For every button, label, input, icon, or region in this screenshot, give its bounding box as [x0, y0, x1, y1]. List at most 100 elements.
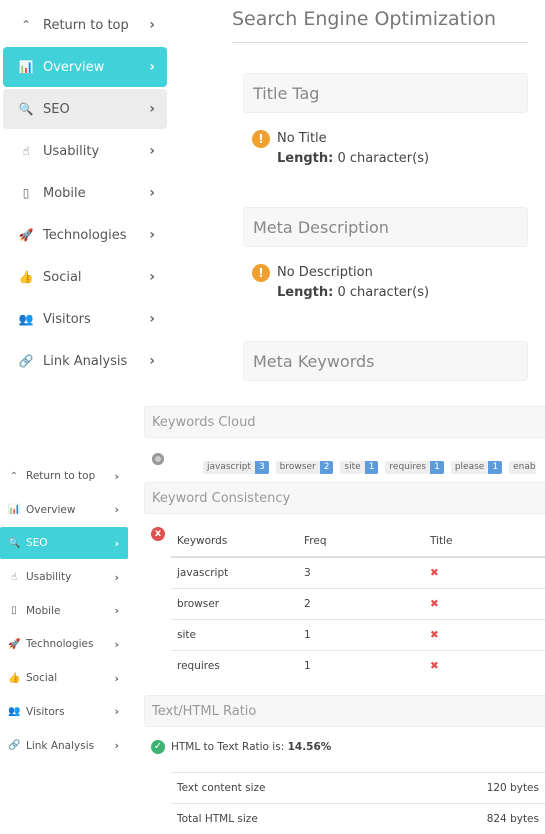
sidebar-item-link-analysis[interactable]: 🔗 Link Analysis ›	[3, 341, 167, 381]
sidebar-item-label: Return to top	[26, 470, 95, 482]
sidebar-item-link-analysis[interactable]: 🔗Link Analysis›	[0, 730, 128, 762]
ratio-label: HTML to Text Ratio is:	[171, 741, 284, 753]
sidebar-item-technologies[interactable]: 🚀Technologies›	[0, 628, 128, 660]
users-icon: 👥	[8, 706, 20, 717]
chevron-right-icon: ›	[149, 269, 155, 285]
bar-chart-icon: 📊	[17, 60, 35, 74]
title-tag-value: No Title	[277, 131, 327, 146]
sidebar-nav: ⌃Return to top›📊Overview›🔍SEO›☝Usability…	[3, 5, 167, 383]
column-header: Freq	[298, 526, 424, 557]
search-icon: 🔍	[8, 538, 20, 549]
length-label: Length:	[277, 151, 333, 166]
sidebar-item-return-to-top[interactable]: ⌃Return to top›	[0, 460, 128, 492]
sidebar-item-label: Visitors	[43, 312, 91, 327]
sidebar-item-visitors[interactable]: 👥Visitors›	[3, 299, 167, 339]
sidebar-item-label: SEO	[26, 537, 48, 549]
chevron-right-icon: ›	[114, 705, 119, 718]
ratio-table: Text content size120 bytesTotal HTML siz…	[171, 772, 545, 834]
keyword-tag: site 1	[340, 461, 378, 474]
sidebar-item-social[interactable]: 👍Social›	[3, 257, 167, 297]
sidebar-item-label: Mobile	[43, 186, 86, 201]
meta-description-length: Length: 0 character(s)	[277, 285, 429, 300]
sidebar-item-label: Return to top	[43, 18, 129, 33]
text-html-ratio-header: Text/HTML Ratio	[144, 695, 545, 727]
sidebar-nav-compact: ⌃Return to top›📊Overview›🔍SEO›☝Usability…	[0, 460, 128, 763]
column-header: Keywords	[171, 526, 298, 557]
sidebar-item-social[interactable]: 👍Social›	[0, 662, 128, 694]
bar-chart-icon: 📊	[8, 504, 20, 515]
chevron-right-icon: ›	[149, 353, 155, 369]
warning-icon: !	[252, 264, 270, 282]
chevron-right-icon: ›	[114, 739, 119, 752]
table-row: Text content size120 bytes	[171, 773, 545, 804]
tag-count: 2	[320, 461, 334, 474]
chevron-right-icon: ›	[114, 604, 119, 617]
sidebar-item-label: SEO	[43, 102, 70, 117]
table-cell: 2	[298, 589, 424, 620]
table-row: browser2✖	[171, 589, 545, 620]
sidebar-item-label: Technologies	[43, 228, 127, 243]
title-tag-header: Title Tag	[243, 73, 528, 113]
meta-description-value: No Description	[277, 265, 373, 280]
sidebar-item-label: Mobile	[26, 605, 60, 617]
sidebar-item-mobile[interactable]: ▯Mobile›	[0, 595, 128, 627]
sidebar-item-seo[interactable]: 🔍 SEO ›	[0, 527, 128, 559]
tag-count: 1	[488, 461, 502, 474]
sidebar-item-seo[interactable]: 🔍SEO›	[3, 89, 167, 129]
chevron-right-icon: ›	[114, 537, 119, 550]
sidebar-item-technologies[interactable]: 🚀 Technologies ›	[3, 215, 167, 255]
table-row: javascript3✖	[171, 557, 545, 589]
tag-word: browser	[280, 462, 316, 472]
cross-icon: ✖	[424, 557, 545, 589]
sidebar-item-visitors[interactable]: 👥 Visitors ›	[0, 696, 128, 728]
cross-icon: ✖	[424, 620, 545, 651]
sidebar-item-usability[interactable]: ☝Usability›	[3, 131, 167, 171]
pointer-hand-icon: ☝	[17, 144, 35, 158]
info-circle-icon	[152, 453, 164, 465]
sidebar-item-label: Link Analysis	[43, 354, 127, 369]
keyword-tag: please1	[451, 461, 502, 474]
sidebar-item-label: Overview	[43, 60, 104, 75]
tag-word: site	[344, 462, 360, 472]
chevron-right-icon: ›	[149, 311, 155, 327]
chevron-right-icon: ›	[149, 227, 155, 243]
tag-count: 1	[365, 461, 379, 474]
sidebar-item-overview[interactable]: 📊 Overview ›	[3, 47, 167, 87]
table-row: requires1✖	[171, 651, 545, 682]
table-row: Total HTML size824 bytes	[171, 804, 545, 834]
link-icon: 🔗	[8, 740, 20, 751]
column-header: Title	[424, 526, 545, 557]
keyword-consistency-table: KeywordsFreqTitle javascript3✖browser2✖s…	[171, 526, 545, 681]
keyword-tag: browser 2	[276, 461, 334, 474]
tag-word: enab	[513, 462, 535, 472]
sidebar-item-label: Visitors	[26, 706, 65, 718]
sidebar-item-return-to-top[interactable]: ⌃Return to top›	[3, 5, 167, 45]
sidebar-item-label: Overview	[26, 504, 75, 516]
thumbs-up-icon: 👍	[8, 673, 20, 684]
keyword-tag: enab	[509, 461, 535, 474]
sidebar-item-mobile[interactable]: ▯Mobile›	[3, 173, 167, 213]
chevron-right-icon: ›	[149, 17, 155, 33]
search-icon: 🔍	[17, 102, 35, 116]
sidebar-item-usability[interactable]: ☝Usability›	[0, 561, 128, 593]
tag-count: 3	[255, 461, 269, 474]
chevron-right-icon: ›	[114, 470, 119, 483]
ratio-value: 14.56%	[288, 741, 332, 753]
table-row: site1✖	[171, 620, 545, 651]
link-icon: 🔗	[17, 354, 35, 368]
rocket-icon: 🚀	[17, 228, 35, 242]
chevron-right-icon: ›	[149, 143, 155, 159]
length-value: 0 character(s)	[337, 151, 429, 166]
chevron-right-icon: ›	[149, 185, 155, 201]
sidebar-item-overview[interactable]: 📊Overview›	[0, 494, 128, 526]
chevron-right-icon: ›	[149, 59, 155, 75]
page-title: Search Engine Optimization	[232, 8, 528, 43]
thumbs-up-icon: 👍	[17, 270, 35, 284]
table-cell: 1	[298, 651, 424, 682]
keyword-consistency-header: Keyword Consistency	[144, 482, 545, 514]
chevron-right-icon: ›	[114, 638, 119, 651]
keyword-tag: javascript3	[203, 461, 269, 474]
table-cell: site	[171, 620, 298, 651]
error-icon: x	[151, 527, 165, 541]
table-cell: 120 bytes	[399, 773, 545, 804]
